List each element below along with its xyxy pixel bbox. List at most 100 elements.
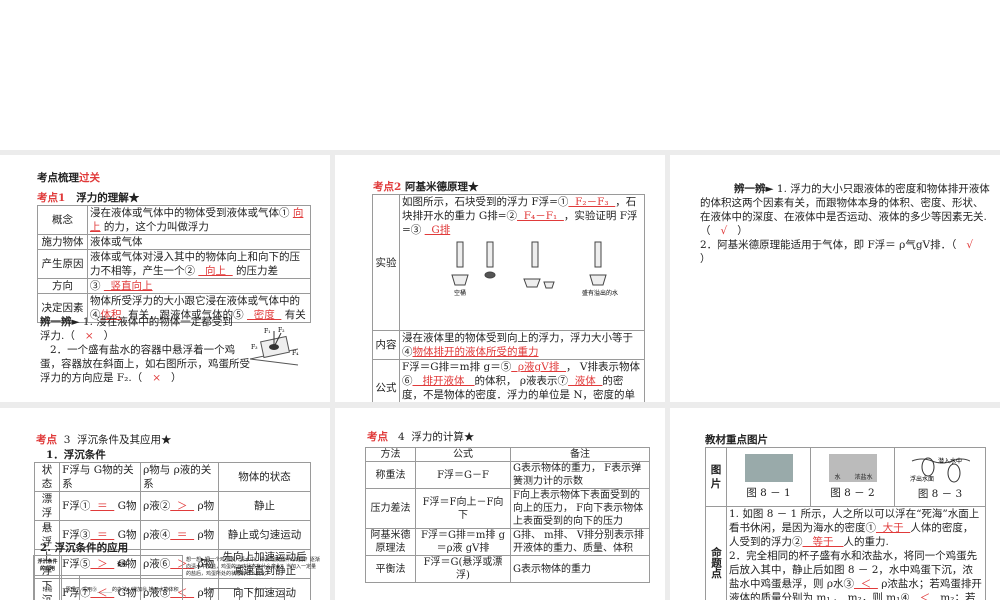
text-segment: 浸在液体或气体中的物体受到液体或气体① [90, 207, 293, 219]
subheading: 1．浮沉条件 [46, 449, 106, 461]
text-segment: F浮＝G排＝m排 g＝⑤ [402, 361, 512, 373]
force-relation: F浮① ＝ G物 [59, 491, 142, 521]
text-segment: ） [167, 372, 182, 384]
answer-blank: F₂－F₃ [568, 196, 616, 208]
slide-1-buoyancy-understanding[interactable]: 考点梳理过关 考点1 浮力的理解★ 概念 浸在液体或气体中的物体受到液体或气体① … [0, 155, 330, 402]
force-label: F₁ [264, 328, 271, 335]
answer-blank: ＝ [170, 529, 195, 541]
subheading: 2. 浮沉条件的应用 [40, 542, 129, 554]
answer-mark: √ [959, 239, 980, 251]
answer-blank: 排开液体 [412, 375, 475, 387]
concept-table: 概念 浸在液体或气体中的物体受到液体或气体① 向上 的力，这个力叫做浮力 施力物体… [37, 205, 311, 323]
row-key: 施力物体 [37, 234, 88, 250]
text-segment: 的压力差 [232, 265, 279, 277]
note-cell: G表示物体的重力 [510, 555, 650, 583]
text-segment: 液体或气体 [90, 236, 143, 248]
row-key: 命题点 [705, 506, 727, 600]
text-segment: 人的重力. [843, 536, 889, 548]
slide-5-buoyancy-calculation[interactable]: 考点 4 浮力的计算★ 方法 公式 备注 称重法 F浮＝G－F G表示物体的重力， F表… [335, 408, 665, 600]
note-cell: G排、 m排、 V排分别表示排开液体的重力、质量、体积 [510, 528, 650, 556]
topic-title: 考点 3 浮沉条件及其应用★ [36, 433, 172, 447]
density-relation: ρ液④ ＝ ρ物 [140, 520, 219, 550]
answer-blank: F₄－F₁ [517, 210, 564, 222]
header-cell: 物体的状态 [218, 462, 311, 492]
force-label: F₂ [278, 327, 285, 334]
judge-label: 辨一辨 [734, 183, 766, 195]
application-table: 浮沉条件的应用 说明 轮船 原理 采用⑨______的办法，增加⑩ 排开水的体积 [33, 555, 183, 600]
answer-blank: ＜ [854, 578, 878, 590]
method-cell: 阿基米德原理法 [365, 528, 416, 556]
archimedes-table: 实验 如图所示，石块受到的浮力 F浮=① F₂－F₃ ，石块排开水的重力 G排=… [372, 194, 645, 402]
header-cell: ρ物与 ρ液的关系 [140, 462, 219, 492]
spring-scale-figures: 空桶 盛有溢出的水 [451, 241, 618, 297]
judge-q1: 辨一辨► 1. 浮力的大小只跟液体的密度和物体排开液体的体积这两个因素有关，而跟… [700, 182, 990, 238]
motion-state: 静止或匀速运动 [218, 520, 311, 550]
beaker-figure [210, 588, 240, 600]
dead-sea-photo [744, 454, 793, 482]
figure-label: 潜入水中 [938, 457, 962, 465]
answer-blank: ＜ [913, 592, 937, 600]
header-cell: 状态 [33, 462, 61, 492]
row-key: 图片 [705, 447, 727, 507]
arrow-icon: ► [71, 316, 80, 328]
figure-caption: 图 8 － 1 [746, 487, 791, 499]
row-key: 概念 [37, 205, 88, 235]
text-segment: 2．阿基米德原理能适用于气体，即 F浮＝ ρ气gV排．（ [700, 239, 960, 251]
text-segment: ） [100, 330, 115, 342]
row-key: 公式 [372, 359, 400, 402]
method-cell: 称重法 [365, 461, 416, 489]
topic-label: 考点1 [37, 192, 66, 204]
answer-blank: 竖直向上 [103, 280, 153, 292]
judge-q2: 2．一个盛有盐水的容器中悬浮着一个鸡蛋，容器放在斜面上，如右图所示，鸡蛋所受浮力… [40, 343, 250, 385]
answer-blank: 液体 [568, 375, 603, 387]
figure-label: 水 [834, 474, 841, 481]
text-segment: ） [733, 225, 748, 237]
incline-egg-figure: F₁ F₂ F₃ F₄ [249, 327, 299, 366]
figure-caption: 空桶 [454, 289, 466, 297]
formula-cell: F浮＝G(悬浮或漂浮) [415, 555, 511, 583]
density-relation: ρ液② ＞ ρ物 [140, 491, 219, 521]
slide-4-sink-float-conditions[interactable]: 考点 3 浮沉条件及其应用★ 1．浮沉条件 状态 F浮与 G物的关系 ρ物与 ρ液的… [0, 408, 330, 600]
text-segment: ③ [90, 280, 104, 292]
motion-state: 静止 [218, 491, 311, 521]
heading-text: 考点梳理 [37, 172, 79, 184]
answer-blank: ρ液gV排 [511, 361, 567, 373]
slide-6-textbook-figures[interactable]: 教材重点图片 图片 图 8 － 1 水 浓盐水图 8 － 2 浮出水面 潜入水中图 … [670, 408, 1000, 600]
topic-label: 考点 [367, 431, 388, 443]
header-cell: 浮沉条件的应用 [33, 555, 62, 576]
row-key: 产生原因 [37, 249, 88, 279]
force-label: F₃ [251, 344, 258, 351]
text-segment: 如图所示，石块受到的浮力 F浮=① [402, 196, 569, 208]
think-note: 想一想▶把一个鸡蛋放入清水中，你会观察到什么现象？逐渐向清水中加盐，鸡蛋的运动状… [186, 557, 320, 577]
slide-title: 教材重点图片 [705, 434, 768, 446]
answer-mark: × [145, 372, 168, 384]
slide-3-judge[interactable]: 辨一辨► 1. 浮力的大小只跟液体的密度和物体排开液体的体积这两个因素有关，而跟… [670, 155, 1000, 402]
heading-highlight: 过关 [79, 172, 100, 184]
submarine-diagram: 浮出水面 潜入水中 [910, 457, 971, 483]
slide-2-archimedes-principle[interactable]: 考点2 阿基米德原理★ 实验 如图所示，石块受到的浮力 F浮=① F₂－F₃ ，… [335, 155, 665, 402]
figures-table: 图片 图 8 － 1 水 浓盐水图 8 － 2 浮出水面 潜入水中图 8 － 3 命… [705, 447, 986, 600]
force-label: F₄ [292, 350, 299, 357]
formula-cell: F浮＝G排＝m排 g＝⑤ ρ液gV排 ， V排表示物体⑥ 排开液体 的体积， ρ… [399, 359, 645, 402]
answer-blank: 密度 [247, 309, 282, 321]
section-heading: 考点梳理过关 [37, 171, 100, 185]
experiment-cell: 如图所示，石块受到的浮力 F浮=① F₂－F₃ ，石块排开水的重力 G排=② F… [399, 194, 645, 331]
header-cell: 方法 [365, 447, 416, 462]
topic-number: 3 [63, 434, 71, 446]
method-cell: 压力差法 [365, 488, 416, 529]
row-value: 浸在液体或气体中的物体受到液体或气体① 向上 的力，这个力叫做浮力 [87, 205, 311, 235]
row-key: 原理 [61, 575, 80, 600]
arrow-icon: ► [765, 183, 774, 195]
text-segment: ρ物 [194, 529, 215, 541]
text-segment: G物 [114, 529, 137, 541]
topic-title: 考点2 阿基米德原理★ [373, 180, 478, 194]
calculation-table: 方法 公式 备注 称重法 F浮＝G－F G表示物体的重力， F表示弹簧测力计的示数 压力… [365, 447, 650, 583]
figure-caption: 盛有溢出的水 [582, 289, 618, 297]
text-segment: ρ液④ [143, 529, 171, 541]
text-segment: G物 [114, 500, 137, 512]
judge-label: 辨一辨 [40, 316, 72, 328]
row-key: 方向 [37, 278, 88, 294]
answer-blank: ＞ [170, 500, 195, 512]
text-segment: 的力，这个力叫做浮力 [100, 221, 209, 233]
topic-title: 考点1 浮力的理解★ [37, 191, 139, 205]
